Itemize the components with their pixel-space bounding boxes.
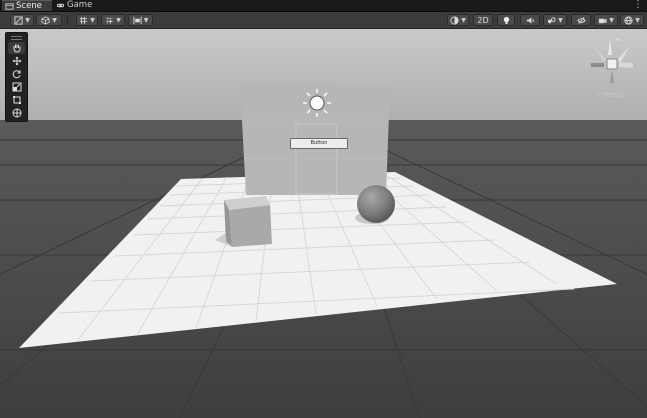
align-icon — [133, 16, 142, 24]
gizmo-lock-icon — [615, 38, 621, 42]
z-axis-cone-icon — [617, 47, 629, 62]
cube-front — [229, 205, 272, 247]
tab-scene[interactable]: Scene — [2, 0, 52, 11]
tab-scene-label: Scene — [16, 1, 42, 11]
transform-tool[interactable] — [8, 107, 25, 119]
shading-mode-dropdown[interactable]: ▼ — [447, 14, 469, 26]
scene-tools-overlay — [5, 32, 28, 122]
scene-tab-icon — [5, 3, 14, 10]
toolbar-separator — [67, 15, 68, 25]
audio-icon — [526, 16, 534, 24]
game-controller-icon — [56, 3, 65, 8]
neg-x-cone-icon — [591, 63, 604, 67]
2d-toggle-label: 2D — [477, 15, 489, 25]
ui-canvas-button[interactable]: Button — [290, 138, 348, 149]
scale-tool[interactable] — [8, 81, 25, 93]
transform-tool-dropdown[interactable]: ▼ — [10, 14, 34, 26]
camera-dropdown[interactable]: ▼ — [594, 14, 618, 26]
2d-toggle[interactable]: 2D — [473, 14, 493, 26]
transform-globe-icon — [12, 108, 21, 118]
orientation-gizmo[interactable] — [587, 33, 637, 95]
grid-snap-icon — [106, 16, 114, 24]
view-options-dropdown[interactable]: ▼ — [36, 14, 62, 26]
snap-increment-dropdown[interactable]: ▼ — [101, 14, 125, 26]
rect-tool[interactable] — [8, 94, 25, 106]
camera-icon — [599, 18, 607, 23]
view-tool[interactable] — [8, 42, 25, 54]
rotate-icon — [12, 70, 20, 79]
tab-game-label: Game — [67, 0, 93, 10]
x-axis-cone-icon — [595, 47, 607, 62]
align-dropdown[interactable]: ▼ — [128, 14, 153, 26]
eye-slash-icon — [576, 16, 586, 24]
hidden-objects-toggle[interactable] — [571, 14, 591, 26]
rotate-tool[interactable] — [8, 68, 25, 80]
sphere — [357, 185, 395, 223]
gizmo-center-cube — [606, 58, 618, 70]
shading-icon — [450, 15, 459, 25]
editor-tab-bar: Scene Game ⋮ — [0, 0, 647, 12]
rect-icon — [12, 96, 21, 104]
effects-dropdown[interactable]: ▼ — [543, 14, 567, 26]
neg-z-cone-icon — [619, 62, 633, 68]
move-arrows-icon — [12, 56, 21, 66]
grid-visibility-dropdown[interactable]: ▼ — [76, 14, 98, 26]
hand-icon — [13, 44, 20, 53]
lightbulb-icon — [503, 16, 509, 24]
transform-icon — [14, 15, 23, 25]
move-tool[interactable] — [8, 55, 25, 67]
effects-icon — [548, 16, 556, 23]
tab-options-menu-icon[interactable]: ⋮ — [633, 0, 643, 11]
grid-icon — [80, 16, 88, 24]
projection-label[interactable]: < Persp — [596, 91, 623, 99]
neg-y-cone-icon — [610, 70, 614, 83]
scale-icon — [12, 82, 21, 92]
y-axis-cone-icon — [608, 38, 612, 55]
gizmo-globe-icon — [624, 15, 633, 25]
overlay-drag-handle[interactable] — [11, 36, 22, 40]
gizmos-dropdown[interactable]: ▼ — [620, 14, 644, 26]
lighting-toggle[interactable] — [497, 14, 515, 26]
scene-toolbar: ▼ ▼ ▼ ▼ ▼ ▼ 2D ▼ ▼ ▼ — [0, 12, 647, 29]
cube-icon — [41, 15, 50, 25]
tab-game[interactable]: Game — [53, 0, 109, 11]
audio-toggle[interactable] — [520, 14, 540, 26]
scene-viewport[interactable] — [0, 29, 647, 418]
